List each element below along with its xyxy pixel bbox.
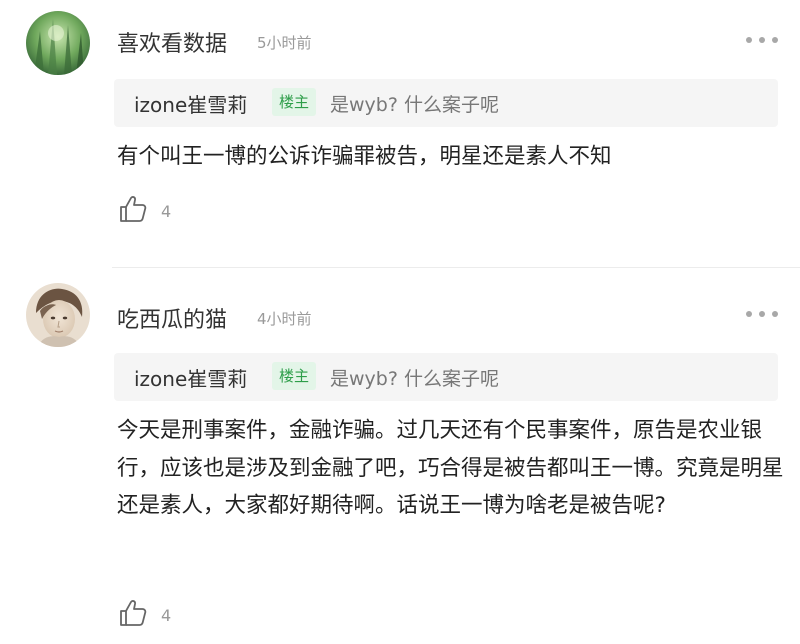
quoted-username[interactable]: izone崔雪莉 bbox=[134, 363, 247, 392]
comment-timestamp: 5小时前 bbox=[257, 34, 312, 52]
more-dots-icon bbox=[746, 37, 752, 43]
quoted-text: 是wyb? 什么案子呢 bbox=[330, 368, 499, 390]
like-count: 4 bbox=[161, 202, 172, 221]
comment-item: 喜欢看数据 5小时前 izone崔雪莉 楼主 是wyb? 什么案子呢 有个叫王一… bbox=[0, 0, 800, 267]
reply-quote[interactable]: izone崔雪莉 楼主 是wyb? 什么案子呢 bbox=[114, 353, 778, 401]
thumbs-up-icon bbox=[120, 196, 147, 222]
comment-username[interactable]: 喜欢看数据 bbox=[117, 26, 227, 58]
user-avatar[interactable] bbox=[26, 283, 90, 347]
reply-quote[interactable]: izone崔雪莉 楼主 是wyb? 什么案子呢 bbox=[114, 79, 778, 127]
like-button[interactable]: 4 bbox=[118, 598, 171, 628]
thumbs-up-icon bbox=[120, 600, 147, 626]
more-dots-icon bbox=[746, 311, 752, 317]
user-avatar[interactable] bbox=[26, 11, 90, 75]
comment-timestamp: 4小时前 bbox=[257, 310, 312, 328]
comment-item: 吃西瓜的猫 4小时前 izone崔雪莉 楼主 是wyb? 什么案子呢 今天是刑事… bbox=[0, 268, 800, 644]
like-button[interactable]: 4 bbox=[118, 194, 171, 224]
like-count: 4 bbox=[161, 606, 172, 625]
comment-username[interactable]: 吃西瓜的猫 bbox=[117, 302, 227, 334]
op-badge: 楼主 bbox=[272, 362, 317, 390]
quoted-text: 是wyb? 什么案子呢 bbox=[330, 94, 499, 116]
op-badge: 楼主 bbox=[272, 88, 317, 116]
more-options-button[interactable] bbox=[744, 302, 780, 326]
more-options-button[interactable] bbox=[744, 28, 780, 52]
comment-body: 今天是刑事案件，金融诈骗。过几天还有个民事案件，原告是农业银行，应该也是涉及到金… bbox=[117, 418, 784, 518]
comment-body: 有个叫王一博的公诉诈骗罪被告，明星还是素人不知 bbox=[117, 144, 612, 169]
quoted-username[interactable]: izone崔雪莉 bbox=[134, 89, 247, 118]
